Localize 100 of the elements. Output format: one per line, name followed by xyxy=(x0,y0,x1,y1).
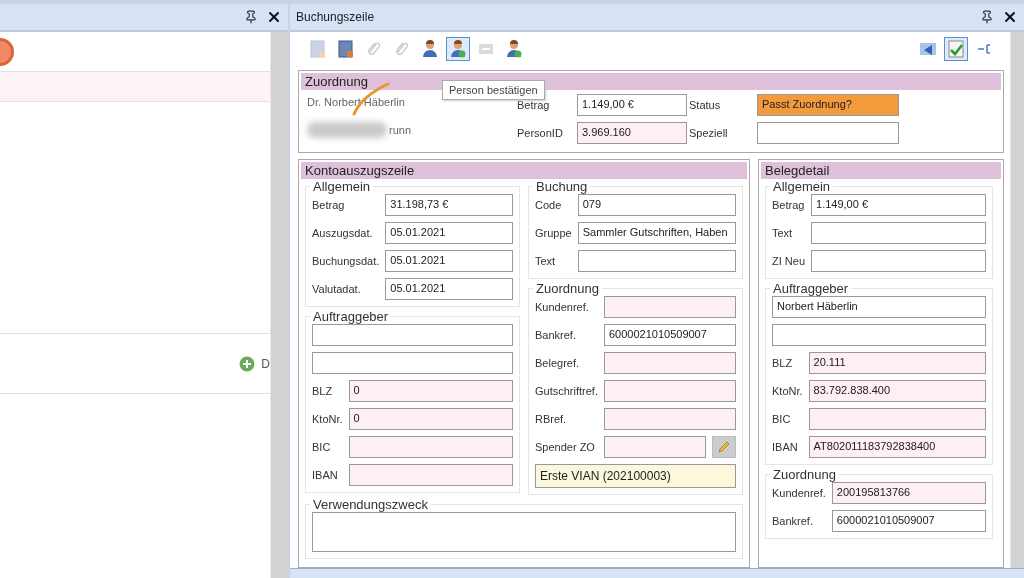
input-field[interactable]: 20.111 xyxy=(808,352,986,374)
input-field[interactable] xyxy=(603,296,736,318)
input-field[interactable]: 1.149,00 € xyxy=(811,194,986,216)
input-field[interactable] xyxy=(603,380,736,402)
field-label: Buchungsdat. xyxy=(312,255,380,267)
purpose-field[interactable] xyxy=(312,512,736,552)
paperclip-icon xyxy=(394,40,410,58)
input-field[interactable]: 05.01.2021 xyxy=(385,250,513,272)
field-label: Betrag xyxy=(517,99,551,111)
input-field[interactable]: Passt Zuordnung? xyxy=(757,94,899,116)
field-label: ZI Neu xyxy=(772,255,805,267)
input-field[interactable]: AT802011183792838400 xyxy=(808,436,986,458)
field-label: Speziell xyxy=(689,127,729,139)
field-label: Kundenref. xyxy=(772,487,826,499)
input-field[interactable]: 200195813766 xyxy=(831,482,986,504)
group-title: Auftraggeber xyxy=(772,281,850,296)
group-title: Buchung xyxy=(535,179,589,194)
field-label: KtoNr. xyxy=(772,385,803,397)
toolbar-button[interactable] xyxy=(446,37,470,61)
input-field[interactable]: 6000021010509007 xyxy=(831,510,986,532)
section-header: Belegdetail xyxy=(761,162,1001,179)
input-field[interactable] xyxy=(603,436,706,458)
input-field[interactable]: Norbert Häberlin xyxy=(772,296,986,318)
approve-icon xyxy=(947,40,965,58)
close-icon[interactable] xyxy=(1002,9,1018,25)
field-label: BLZ xyxy=(312,385,334,397)
scrollbar[interactable] xyxy=(270,32,288,578)
field-label: IBAN xyxy=(312,469,339,481)
record-indicator-icon xyxy=(0,37,14,66)
input-field[interactable]: 1.149,00 € xyxy=(577,94,687,116)
field-label: Kundenref. xyxy=(535,301,590,313)
input-field[interactable] xyxy=(312,352,513,374)
group-title: Verwendungszweck xyxy=(312,497,429,512)
input-field[interactable]: 3.969.160 xyxy=(577,122,687,144)
field-label: Code xyxy=(535,199,563,211)
input-field[interactable]: 31.198,73 € xyxy=(385,194,513,216)
field-label: Betrag xyxy=(312,199,346,211)
group-title: Zuordnung xyxy=(535,281,600,296)
add-icon xyxy=(239,355,256,372)
pin-icon[interactable] xyxy=(980,10,994,24)
input-field[interactable]: 83.792.838.400 xyxy=(808,380,986,402)
group-title: Allgemein xyxy=(772,179,832,194)
toolbar-button[interactable] xyxy=(944,37,968,61)
input-field[interactable]: 0 xyxy=(348,408,513,430)
input-field[interactable] xyxy=(772,324,986,346)
input-field[interactable]: 6000021010509007 xyxy=(603,324,736,346)
input-field[interactable] xyxy=(757,122,899,144)
field-label: KtoNr. xyxy=(312,413,343,425)
add-link[interactable]: D xyxy=(261,356,270,371)
pin-icon[interactable] xyxy=(244,10,258,24)
field-label: Betrag xyxy=(772,199,805,211)
assignment-note: Erste VIAN (202100003) xyxy=(535,464,736,488)
person-check-icon xyxy=(450,40,466,58)
input-field[interactable]: Sammler Gutschriften, Haben xyxy=(577,222,736,244)
input-field[interactable] xyxy=(348,464,513,486)
collapse-icon xyxy=(977,43,991,55)
section-header: Kontoauszugszeile xyxy=(301,162,747,179)
tooltip: Person bestätigen xyxy=(442,80,545,100)
document-icon xyxy=(338,40,354,58)
input-field[interactable]: 079 xyxy=(577,194,736,216)
field-label: IBAN xyxy=(772,441,799,453)
field-label: Auszugsdat. xyxy=(312,227,374,239)
field-label: Bankref. xyxy=(535,329,577,341)
input-field[interactable] xyxy=(811,222,986,244)
field-label: Gutschriftref. xyxy=(535,385,598,397)
person-name: Dr. Norbert Häberlin xyxy=(307,96,406,108)
field-label: Belegref. xyxy=(535,357,581,369)
field-label: Spender ZO xyxy=(535,441,596,453)
input-field[interactable]: 05.01.2021 xyxy=(385,278,513,300)
field-label: Valutadat. xyxy=(312,283,362,295)
field-label: Text xyxy=(535,255,557,267)
field-label: Status xyxy=(689,99,722,111)
input-field[interactable] xyxy=(808,408,986,430)
input-field[interactable]: 0 xyxy=(348,380,513,402)
scrollbar[interactable] xyxy=(1010,32,1024,568)
close-icon[interactable] xyxy=(266,9,282,25)
input-field[interactable] xyxy=(312,324,513,346)
input-field[interactable] xyxy=(348,436,513,458)
document-icon xyxy=(310,40,326,58)
input-field[interactable] xyxy=(603,408,736,430)
edit-button[interactable] xyxy=(712,436,736,458)
paperclip-icon xyxy=(366,40,382,58)
person-icon xyxy=(422,40,438,58)
field-label: BLZ xyxy=(772,357,794,369)
person-address: runn xyxy=(389,124,412,136)
group-title: Allgemein xyxy=(312,179,372,194)
field-label: PersonID xyxy=(517,127,564,139)
group-title: Auftraggeber xyxy=(312,309,390,324)
share-icon xyxy=(919,41,937,57)
field-label: BIC xyxy=(772,413,792,425)
input-field[interactable] xyxy=(811,250,986,272)
field-label: BIC xyxy=(312,441,332,453)
pane-title: Buchungszeile xyxy=(296,10,376,24)
group-title: Zuordnung xyxy=(772,467,837,482)
input-field[interactable] xyxy=(577,250,736,272)
field-label: Gruppe xyxy=(535,227,572,239)
input-field[interactable]: 05.01.2021 xyxy=(385,222,513,244)
person-add-icon xyxy=(506,40,522,58)
field-label: Bankref. xyxy=(772,515,814,527)
input-field[interactable] xyxy=(603,352,736,374)
